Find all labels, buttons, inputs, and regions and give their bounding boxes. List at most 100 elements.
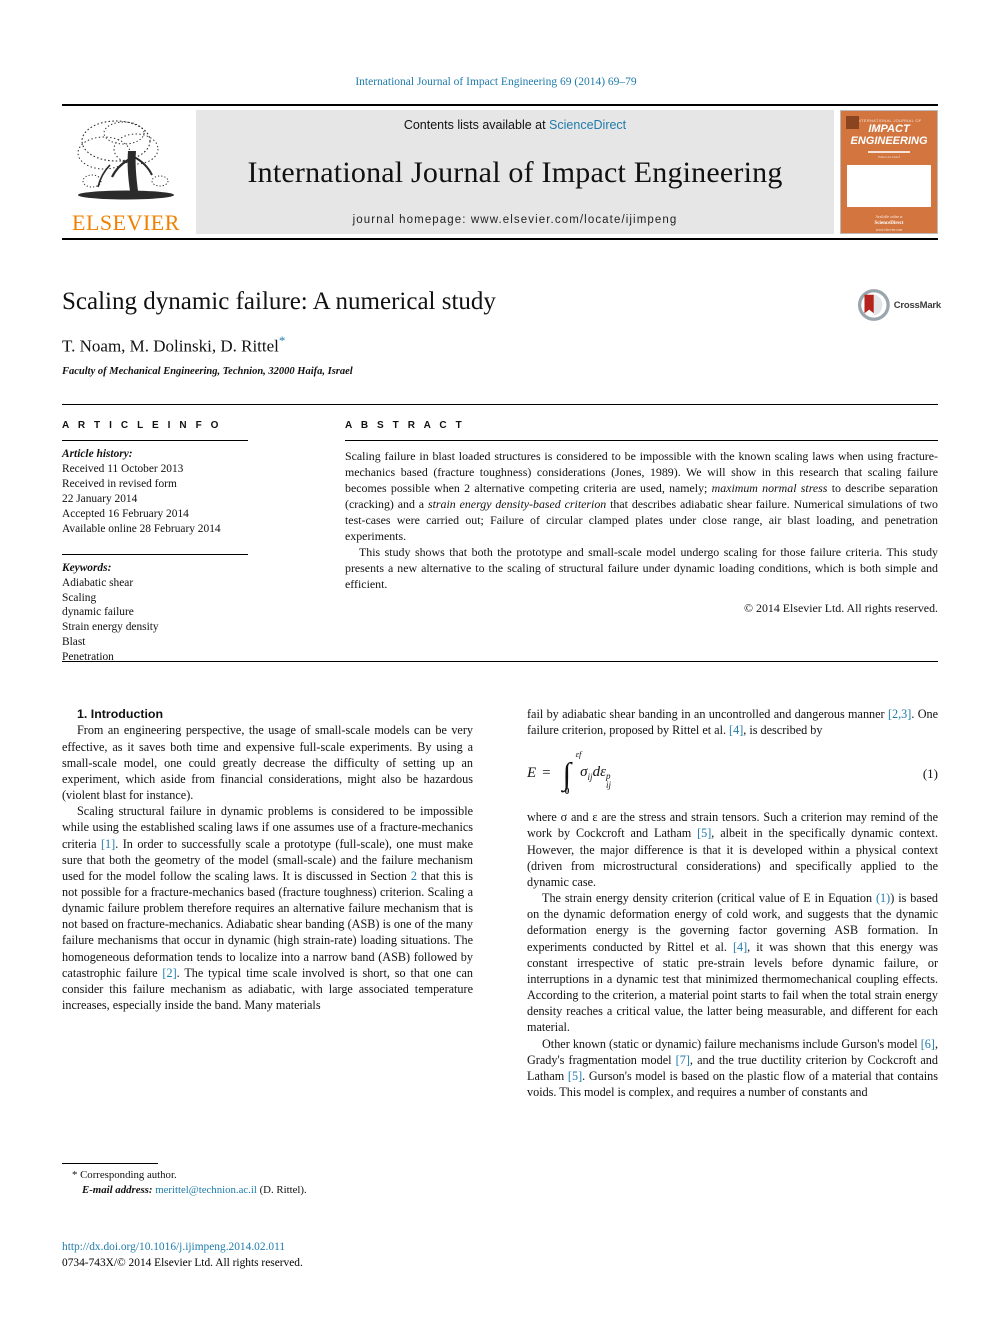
equation-integrand: σijdε p ij [580, 763, 619, 790]
journal-band: Contents lists available at ScienceDirec… [196, 110, 834, 234]
citation-link-1[interactable]: [1] [101, 837, 115, 851]
citation-link-5b[interactable]: [5] [568, 1069, 582, 1083]
abstract-paragraph-1: Scaling failure in blast loaded structur… [345, 448, 938, 544]
cover-divider [868, 151, 910, 153]
keyword-item: dynamic failure [62, 606, 134, 619]
abstract-paragraph-2: This study shows that both the prototype… [345, 545, 938, 591]
d-epsilon: dε [592, 764, 606, 781]
right-paragraph-1: fail by adiabatic shear banding in an un… [527, 706, 938, 738]
right-p4-d: . Gurson's model is based on the plastic… [527, 1068, 938, 1099]
abs-p1-italic-1: maximum normal stress [711, 481, 828, 495]
right-p4-a: Other known (static or dynamic) failure … [542, 1036, 921, 1051]
doi-link[interactable]: http://dx.doi.org/10.1016/j.ijimpeng.201… [62, 1240, 492, 1256]
citation-link-2[interactable]: [2] [162, 966, 176, 980]
epsilon-subscript: ij [605, 780, 611, 791]
equation-1: E = ∫ εf 0 σijdε p ij (1) [527, 749, 938, 797]
history-item: 22 January 2014 [62, 492, 138, 505]
journal-title: International Journal of Impact Engineer… [247, 156, 783, 189]
affiliation: Faculty of Mechanical Engineering, Techn… [62, 366, 353, 378]
info-abstract-top-rule [62, 404, 938, 405]
history-item: Received 11 October 2013 [62, 462, 184, 475]
history-item: Received in revised form [62, 477, 177, 490]
keyword-item: Adiabatic shear [62, 576, 134, 589]
equation-lhs: E [527, 764, 537, 781]
sciencedirect-link[interactable]: ScienceDirect [549, 118, 626, 132]
article-info-heading: A R T I C L E I N F O [62, 420, 222, 431]
email-link[interactable]: merittel@technion.ac.il [155, 1184, 257, 1196]
crossmark-icon [857, 289, 890, 321]
abstract-rule [345, 440, 938, 441]
footnote-block: * Corresponding author. E-mail address: … [62, 1163, 473, 1198]
history-item: Available online 28 February 2014 [62, 522, 221, 535]
paper-page: International Journal of Impact Engineer… [0, 0, 992, 1323]
citation-link-6[interactable]: [6] [921, 1037, 935, 1051]
citation-link-4[interactable]: [4] [729, 723, 743, 737]
crossmark-label: CrossMark [893, 299, 942, 311]
cover-foot-line3: www.elsevier.com [875, 227, 903, 232]
cover-footer: Available online at ScienceDirect www.el… [874, 215, 903, 233]
abstract-text: Scaling failure in blast loaded structur… [345, 448, 938, 592]
email-label: E-mail address: [82, 1184, 153, 1197]
keywords-label: Keywords: [62, 561, 112, 574]
cover-foot-line1: Available online at [875, 214, 903, 219]
abstract-copyright: © 2014 Elsevier Ltd. All rights reserved… [744, 601, 938, 615]
article-info-block: A R T I C L E I N F O Article history: R… [62, 420, 258, 665]
title-block: Scaling dynamic failure: A numerical stu… [62, 288, 852, 377]
right-paragraph-3: The strain energy density criterion (cri… [527, 890, 938, 1035]
equation-number: (1) [922, 766, 938, 782]
cover-title: IMPACT ENGINEERING [850, 123, 927, 147]
keywords-rule [62, 553, 248, 555]
masthead-bottom-rule [62, 238, 938, 240]
issn-copyright-line: 0734-743X/© 2014 Elsevier Ltd. All right… [62, 1256, 303, 1269]
journal-homepage-link[interactable]: journal homepage: www.elsevier.com/locat… [353, 214, 678, 226]
keyword-item: Strain energy density [62, 621, 159, 634]
footnote-rule [62, 1163, 158, 1164]
abs-p1-italic-2: strain energy density-based criterion [427, 497, 607, 511]
journal-cover-thumbnail[interactable]: INTERNATIONAL JOURNAL OF IMPACT ENGINEER… [840, 110, 938, 234]
corresponding-author-note: * Corresponding author. [72, 1169, 177, 1181]
footer-doi-block: http://dx.doi.org/10.1016/j.ijimpeng.201… [62, 1240, 492, 1272]
masthead-top-rule [62, 104, 938, 106]
abstract-block: A B S T R A C T Scaling failure in blast… [345, 420, 938, 616]
contents-prefix: Contents lists available at [403, 118, 550, 132]
keyword-item: Scaling [62, 591, 97, 604]
abstract-heading: A B S T R A C T [345, 420, 465, 431]
crossmark-badge[interactable]: CrossMark [857, 285, 941, 325]
page-title: Scaling dynamic failure: A numerical stu… [62, 288, 496, 315]
citation-link-4b[interactable]: [4] [733, 940, 747, 954]
integral-sign-icon: ∫ εf 0 [562, 749, 582, 797]
article-history-label: Article history: [62, 448, 133, 460]
author-list: T. Noam, M. Dolinski, D. Rittel* [62, 333, 852, 357]
left-paragraph-1: From an engineering perspective, the usa… [62, 723, 473, 803]
contents-list-line: Contents lists available at ScienceDirec… [404, 118, 626, 132]
integral-lower-limit: 0 [564, 786, 570, 797]
equation-link-1[interactable]: (1) [876, 891, 890, 905]
keyword-item: Blast [62, 636, 86, 649]
body-column-right: fail by adiabatic shear banding in an un… [527, 706, 938, 1100]
equation-equals: = [542, 764, 551, 781]
equation-1-expression: E = ∫ εf 0 σijdε p ij [527, 749, 619, 797]
cover-subtitle: Editor-in-Chief [878, 154, 900, 159]
keywords-block: Keywords: Adiabatic shear Scaling dynami… [62, 561, 258, 666]
cover-image-area [847, 164, 931, 207]
left-paragraph-2: Scaling structural failure in dynamic pr… [62, 803, 473, 1013]
journal-masthead: ELSEVIER Contents lists available at Sci… [62, 104, 938, 240]
right-p3-a: The strain energy density criterion (cri… [542, 891, 876, 906]
keyword-item: Penetration [62, 651, 114, 664]
right-paragraph-4: Other known (static or dynamic) failure … [527, 1036, 938, 1101]
email-owner: (D. Rittel). [259, 1184, 307, 1197]
right-p1-a: fail by adiabatic shear banding in an un… [527, 707, 888, 721]
author-names: T. Noam, M. Dolinski, D. Rittel [62, 336, 279, 356]
citation-link-7[interactable]: [7] [676, 1053, 690, 1067]
cover-foot-line2: ScienceDirect [874, 221, 904, 227]
citation-link-23[interactable]: [2,3] [888, 707, 911, 721]
body-column-left: 1. Introduction From an engineering pers… [62, 706, 473, 1013]
history-item: Accepted 16 February 2014 [62, 507, 189, 520]
section-heading-introduction: 1. Introduction [77, 707, 164, 721]
cover-title-line1: IMPACT [868, 123, 910, 135]
citation-link-5a[interactable]: [5] [697, 826, 711, 840]
article-info-rule [62, 440, 248, 441]
right-p1-c: , is described by [743, 723, 823, 738]
corresponding-author-marker: * [278, 332, 286, 348]
elsevier-logo: ELSEVIER [62, 110, 190, 234]
